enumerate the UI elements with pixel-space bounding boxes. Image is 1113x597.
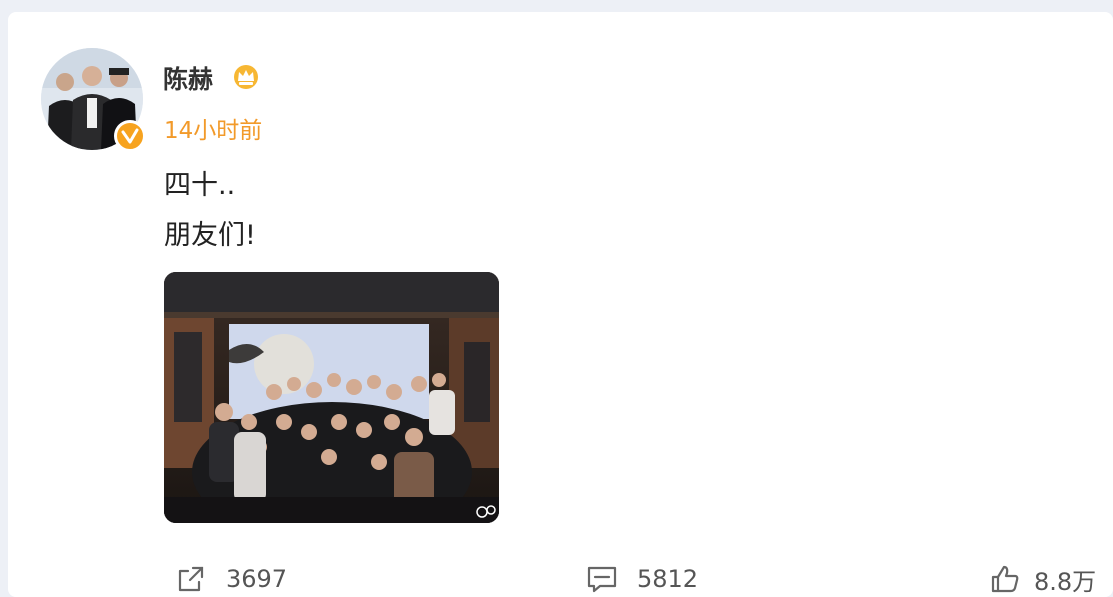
like-count: 8.8万 <box>1034 567 1097 596</box>
comment-button[interactable]: 5812 <box>585 562 698 596</box>
repost-button[interactable]: 3697 <box>174 562 287 596</box>
post-image[interactable] <box>164 272 499 523</box>
repost-icon <box>174 562 208 596</box>
weibo-post-card: 陈赫 14小时前 四十.. 朋友们! 3697 5812 8.8万 <box>8 12 1113 597</box>
thumbs-up-icon <box>988 562 1022 596</box>
post-text-line: 朋友们! <box>164 220 256 251</box>
comment-count: 5812 <box>637 565 699 593</box>
repost-count: 3697 <box>226 565 288 593</box>
author-name[interactable]: 陈赫 <box>163 60 213 96</box>
group-party-photo <box>164 272 499 523</box>
like-button[interactable]: 8.8万 <box>988 562 1096 596</box>
crown-icon[interactable] <box>231 62 261 90</box>
post-text-line: 四十.. <box>164 170 236 201</box>
verified-badge-icon <box>114 120 146 152</box>
post-timestamp[interactable]: 14小时前 <box>164 111 262 145</box>
comment-icon <box>585 562 619 596</box>
